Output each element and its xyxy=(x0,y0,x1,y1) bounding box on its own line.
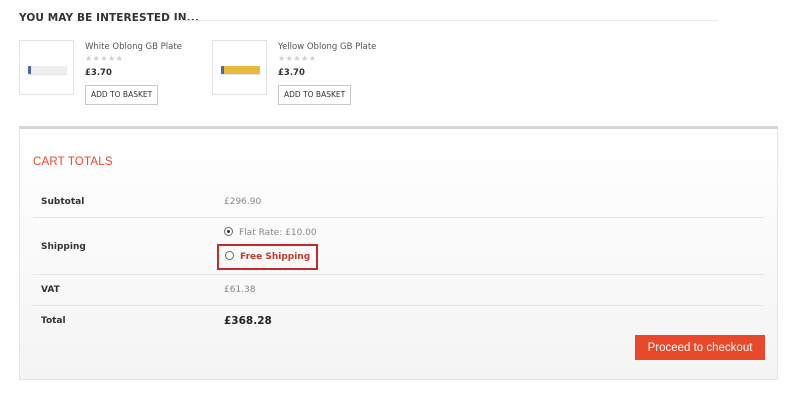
subtotal-label: Subtotal xyxy=(41,197,85,207)
total-value: £368.28 xyxy=(224,315,272,327)
product-image[interactable] xyxy=(19,40,74,95)
product-price: £3.70 xyxy=(85,68,112,78)
section-header: YOU MAY BE INTERESTED IN... xyxy=(19,12,719,28)
cart-totals-table: Subtotal £296.90 Shipping Flat Rate: £10… xyxy=(33,185,764,336)
shipping-row: Shipping Flat Rate: £10.00 Free Shipping xyxy=(33,218,764,275)
total-row: Total £368.28 xyxy=(33,306,764,336)
rating-stars-icon: ★★★★★ xyxy=(85,54,124,63)
vat-row: VAT £61.38 xyxy=(33,275,764,306)
total-label: Total xyxy=(41,316,66,326)
product-name[interactable]: White Oblong GB Plate xyxy=(85,42,182,52)
flat-rate-option[interactable]: Flat Rate: £10.00 xyxy=(224,227,317,238)
product-name[interactable]: Yellow Oblong GB Plate xyxy=(278,42,376,52)
product-card-yellow-plate: Yellow Oblong GB Plate ★★★★★ £3.70 ADD T… xyxy=(212,40,392,108)
subtotal-row: Subtotal £296.90 xyxy=(33,185,764,218)
vat-value: £61.38 xyxy=(224,285,256,295)
section-title: YOU MAY BE INTERESTED IN... xyxy=(19,12,199,24)
free-shipping-label: Free Shipping xyxy=(240,252,311,262)
shipping-label: Shipping xyxy=(41,242,86,252)
product-price: £3.70 xyxy=(278,68,305,78)
flat-rate-label: Flat Rate: £10.00 xyxy=(239,228,317,238)
product-card-white-plate: White Oblong GB Plate ★★★★★ £3.70 ADD TO… xyxy=(19,40,199,108)
free-shipping-option[interactable]: Free Shipping xyxy=(217,244,319,270)
proceed-to-checkout-button[interactable]: Proceed to checkout xyxy=(635,335,765,360)
cart-totals-title: CART TOTALS xyxy=(33,156,113,168)
rating-stars-icon: ★★★★★ xyxy=(278,54,317,63)
plate-cap xyxy=(221,66,224,74)
radio-unchecked-icon[interactable] xyxy=(225,251,234,260)
product-image[interactable] xyxy=(212,40,267,95)
plate-cap xyxy=(28,66,31,74)
subtotal-value: £296.90 xyxy=(224,197,262,207)
section-divider xyxy=(175,20,718,21)
cart-totals-panel: CART TOTALS Subtotal £296.90 Shipping Fl… xyxy=(19,126,778,380)
white-plate-image xyxy=(28,66,67,74)
add-to-basket-button[interactable]: ADD TO BASKET xyxy=(278,85,352,105)
vat-label: VAT xyxy=(41,285,60,295)
add-to-basket-button[interactable]: ADD TO BASKET xyxy=(85,85,159,105)
yellow-plate-image xyxy=(221,66,260,74)
radio-checked-icon[interactable] xyxy=(224,227,233,236)
